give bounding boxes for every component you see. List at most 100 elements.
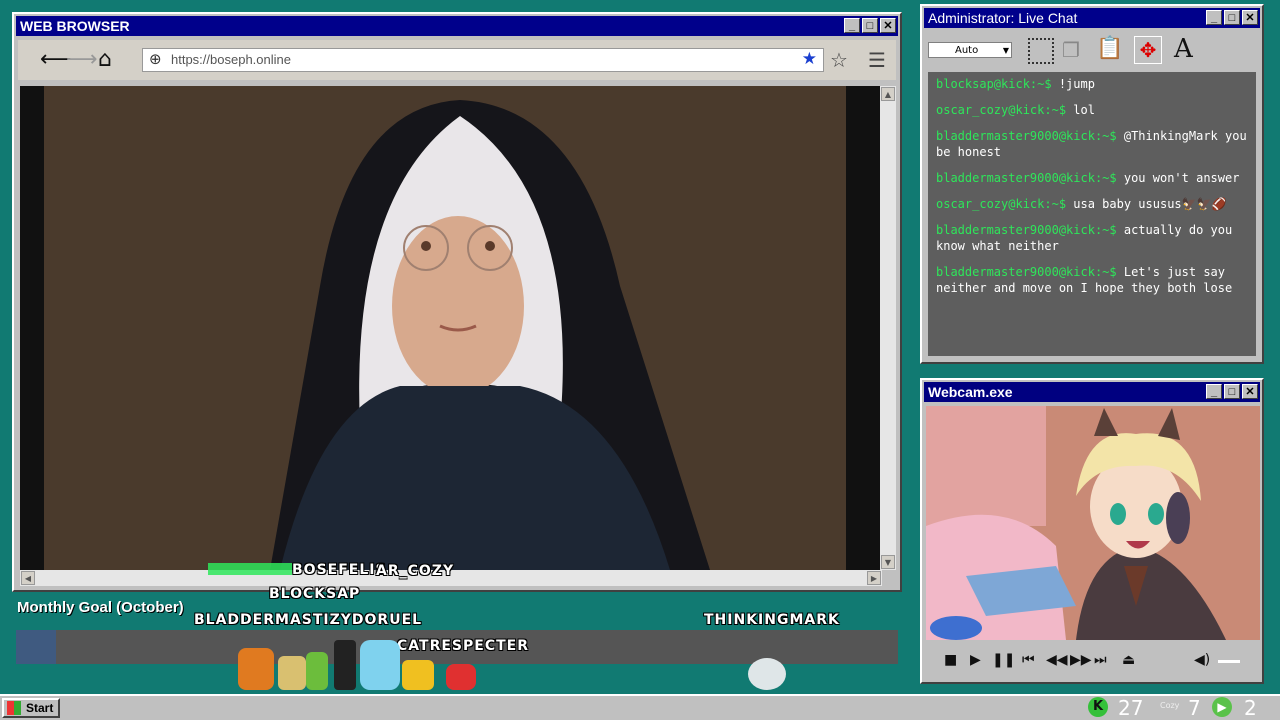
chat-message: bladdermaster9000@kick:~$ Let's just say…	[936, 264, 1248, 296]
overlay-name: AR_COZY	[376, 563, 455, 579]
paste-icon[interactable]: 📋	[1096, 36, 1123, 61]
webcam-title: Webcam.exe	[928, 384, 1013, 400]
volume-slider[interactable]	[1218, 660, 1240, 663]
minimize-button[interactable]: _	[844, 18, 860, 33]
chat-message: oscar_cozy@kick:~$ lol	[936, 102, 1248, 118]
chat-titlebar[interactable]: Administrator: Live Chat _ □ ✕	[924, 8, 1260, 28]
rewind-icon[interactable]: ◀◀	[1046, 652, 1068, 668]
windows-logo-icon	[7, 701, 21, 715]
kick-icon: K	[1088, 697, 1108, 717]
webcam-titlebar[interactable]: Webcam.exe _ □ ✕	[924, 382, 1260, 402]
maximize-button[interactable]: □	[862, 18, 878, 33]
webcam-view	[926, 406, 1260, 640]
home-icon[interactable]: ⌂	[98, 48, 112, 72]
chat-message: bladdermaster9000@kick:~$ @ThinkingMark …	[936, 128, 1248, 160]
maximize-button[interactable]: □	[1224, 384, 1240, 399]
cozy-logo: Cozy	[1160, 701, 1180, 710]
scroll-right-icon[interactable]: ▶	[867, 571, 881, 585]
chat-toolbar: Auto ▼ ❐ 📋 ✥ A	[926, 32, 1258, 72]
chat-message: oscar_cozy@kick:~$ usa baby ususus🦅🦅🏈	[936, 196, 1248, 212]
bookmark-star-icon[interactable]: ★	[802, 49, 817, 69]
font-icon[interactable]: A	[1174, 34, 1193, 64]
browser-title: WEB BROWSER	[20, 18, 130, 34]
minimize-button[interactable]: _	[1206, 10, 1222, 25]
browser-window: WEB BROWSER _ □ ✕ ⟵ ⟶ ⌂ ⊕ https://boseph…	[12, 12, 902, 592]
stop-icon[interactable]: ■	[944, 652, 957, 668]
chat-text: !jump	[1058, 77, 1095, 91]
sprite	[446, 664, 476, 690]
chat-log: blocksap@kick:~$ !jump oscar_cozy@kick:~$…	[928, 72, 1256, 356]
browser-navbar: ⟵ ⟶ ⌂ ⊕ https://boseph.online ★ ☆ ☰	[18, 40, 896, 80]
forward-arrow-icon[interactable]: ⟶	[66, 48, 98, 72]
chat-text: you won't answer	[1123, 171, 1240, 185]
scroll-up-icon[interactable]: ▲	[881, 87, 895, 101]
close-button[interactable]: ✕	[1242, 384, 1258, 399]
secondary-count: 2	[1244, 696, 1257, 720]
chat-title: Administrator: Live Chat	[928, 10, 1078, 26]
volume-icon[interactable]: ◀)	[1194, 652, 1210, 668]
webcam-window: Webcam.exe _ □ ✕ ■ ▶ ❚❚ ⏮ ◀◀ ▶▶ ⏭ ⏏ ◀)	[920, 378, 1264, 684]
green-highlight	[208, 563, 292, 575]
close-button[interactable]: ✕	[1242, 10, 1258, 25]
chat-username[interactable]: bladdermaster9000@kick:~$	[936, 171, 1117, 185]
pause-icon[interactable]: ❚❚	[992, 652, 1015, 668]
kick-count: 27	[1118, 696, 1144, 720]
chevron-down-icon: ▼	[1002, 46, 1009, 55]
move-icon[interactable]: ✥	[1134, 36, 1162, 64]
scroll-left-icon[interactable]: ◀	[21, 571, 35, 585]
overlay-name: THINKINGMARK	[704, 612, 840, 628]
chat-username[interactable]: oscar_cozy@kick:~$	[936, 197, 1066, 211]
taskbar: Start K 27 Cozy 7 ▶ 2	[0, 694, 1280, 720]
sprite	[748, 658, 786, 690]
viewer-count: 7	[1188, 696, 1201, 720]
chat-username[interactable]: bladdermaster9000@kick:~$	[936, 223, 1117, 237]
skip-forward-icon[interactable]: ⏭	[1094, 652, 1107, 668]
chat-username[interactable]: oscar_cozy@kick:~$	[936, 103, 1066, 117]
sprite	[334, 640, 356, 690]
start-label: Start	[26, 701, 54, 715]
close-button[interactable]: ✕	[880, 18, 896, 33]
skip-back-icon[interactable]: ⏮	[1022, 652, 1035, 668]
overlay-name: BOSEFELIS	[292, 562, 387, 578]
chat-username[interactable]: blocksap@kick:~$	[936, 77, 1052, 91]
play-circle-icon: ▶	[1212, 697, 1232, 717]
globe-icon: ⊕	[149, 50, 162, 68]
chat-window: Administrator: Live Chat _ □ ✕ Auto ▼ ❐ …	[920, 4, 1264, 364]
address-bar[interactable]: ⊕ https://boseph.online ★	[142, 48, 824, 72]
eject-icon[interactable]: ⏏	[1122, 652, 1135, 668]
page-content	[20, 86, 880, 570]
minimize-button[interactable]: _	[1206, 384, 1222, 399]
sprite	[306, 652, 328, 690]
portrait-image	[20, 86, 880, 570]
overlay-name: CATRESPECTER	[397, 638, 529, 654]
maximize-button[interactable]: □	[1224, 10, 1240, 25]
avatar-image	[926, 406, 1260, 640]
scroll-down-icon[interactable]: ▼	[881, 555, 895, 569]
fast-forward-icon[interactable]: ▶▶	[1070, 652, 1092, 668]
font-select-value: Auto	[955, 45, 979, 56]
copy-icon[interactable]: ❐	[1062, 38, 1080, 62]
goal-progress-fill	[16, 630, 56, 664]
favorites-star-icon[interactable]: ☆	[830, 48, 848, 72]
url-text: https://boseph.online	[171, 52, 291, 67]
goal-label: Monthly Goal (October)	[17, 599, 184, 616]
font-select[interactable]: Auto ▼	[928, 42, 1012, 58]
media-controls: ■ ▶ ❚❚ ⏮ ◀◀ ▶▶ ⏭ ⏏ ◀)	[926, 646, 1260, 678]
select-icon[interactable]	[1028, 38, 1054, 64]
menu-icon[interactable]: ☰	[868, 48, 886, 72]
chat-username[interactable]: bladdermaster9000@kick:~$	[936, 129, 1117, 143]
sprite	[360, 640, 400, 690]
chat-text: usa baby ususus🦅🦅🏈	[1073, 197, 1227, 211]
vertical-scrollbar[interactable]: ▲ ▼	[880, 86, 896, 570]
browser-titlebar[interactable]: WEB BROWSER _ □ ✕	[16, 16, 898, 36]
chat-message: blocksap@kick:~$ !jump	[936, 76, 1248, 92]
sprite	[238, 648, 274, 690]
overlay-name: BLOCKSAP	[269, 586, 361, 602]
chat-message: bladdermaster9000@kick:~$ actually do yo…	[936, 222, 1248, 254]
chat-username[interactable]: bladdermaster9000@kick:~$	[936, 265, 1117, 279]
chat-text: lol	[1073, 103, 1095, 117]
start-button[interactable]: Start	[2, 698, 60, 718]
sprite	[278, 656, 306, 690]
chat-message: bladdermaster9000@kick:~$ you won't answ…	[936, 170, 1248, 186]
play-icon[interactable]: ▶	[970, 652, 981, 668]
